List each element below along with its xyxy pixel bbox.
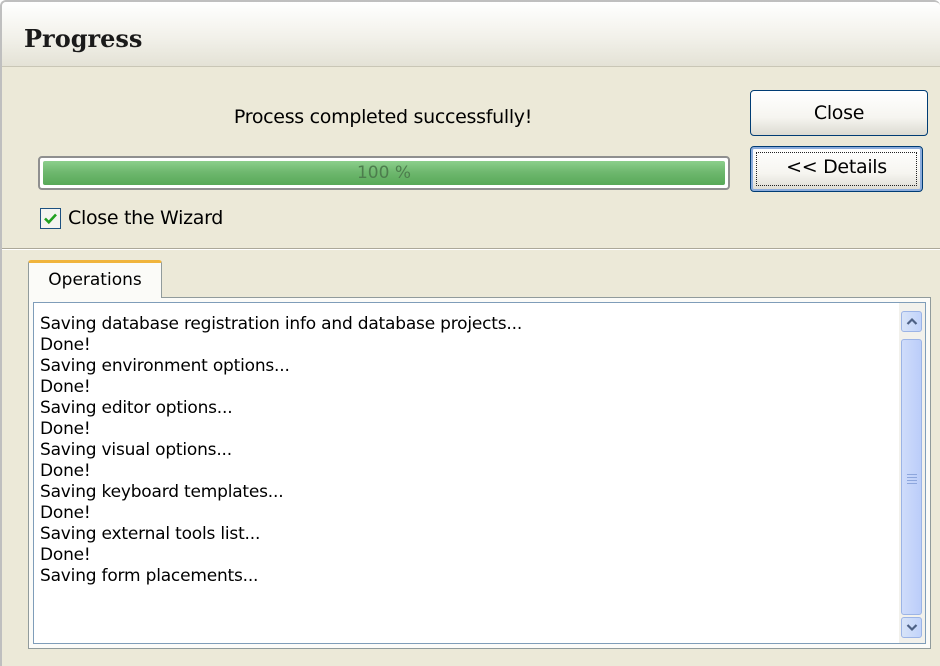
log-line: Saving environment options... — [40, 356, 290, 376]
log-line: Done! — [40, 461, 91, 481]
scroll-down-button[interactable] — [901, 617, 922, 638]
chevron-up-icon — [906, 317, 918, 325]
vertical-scrollbar[interactable] — [899, 302, 926, 644]
log-line: Saving editor options... — [40, 398, 233, 418]
close-button[interactable]: Close — [750, 90, 928, 136]
log-line: Saving database registration info and da… — [40, 314, 523, 334]
log-line: Saving visual options... — [40, 440, 232, 460]
log-line: Done! — [40, 545, 91, 565]
details-button[interactable]: << Details — [750, 146, 923, 192]
operations-log[interactable]: Saving database registration info and da… — [33, 302, 901, 644]
checkmark-icon — [44, 213, 57, 225]
tab-operations-label: Operations — [48, 270, 142, 290]
progress-bar: 100 % — [38, 156, 730, 190]
separator — [2, 248, 940, 250]
progress-label: 100 % — [356, 163, 411, 183]
window-title: Progress — [24, 24, 143, 53]
log-line: Saving form placements... — [40, 566, 259, 586]
log-line: Done! — [40, 377, 91, 397]
log-line: Done! — [40, 503, 91, 523]
chevron-down-icon — [906, 624, 918, 632]
status-message: Process completed successfully! — [233, 106, 533, 128]
close-wizard-checkbox[interactable] — [40, 208, 61, 229]
log-line: Saving external tools list... — [40, 524, 261, 544]
close-wizard-label: Close the Wizard — [68, 207, 224, 229]
tab-operations[interactable]: Operations — [28, 260, 162, 298]
title-bar: Progress — [2, 2, 940, 67]
scroll-grip — [907, 474, 917, 486]
log-line: Done! — [40, 419, 91, 439]
scroll-up-button[interactable] — [901, 311, 922, 332]
progress-window: Progress Process completed successfully!… — [0, 0, 940, 666]
scroll-thumb[interactable] — [901, 339, 922, 615]
log-line: Done! — [40, 335, 91, 355]
focus-rectangle — [756, 152, 917, 186]
log-line: Saving keyboard templates... — [40, 482, 284, 502]
